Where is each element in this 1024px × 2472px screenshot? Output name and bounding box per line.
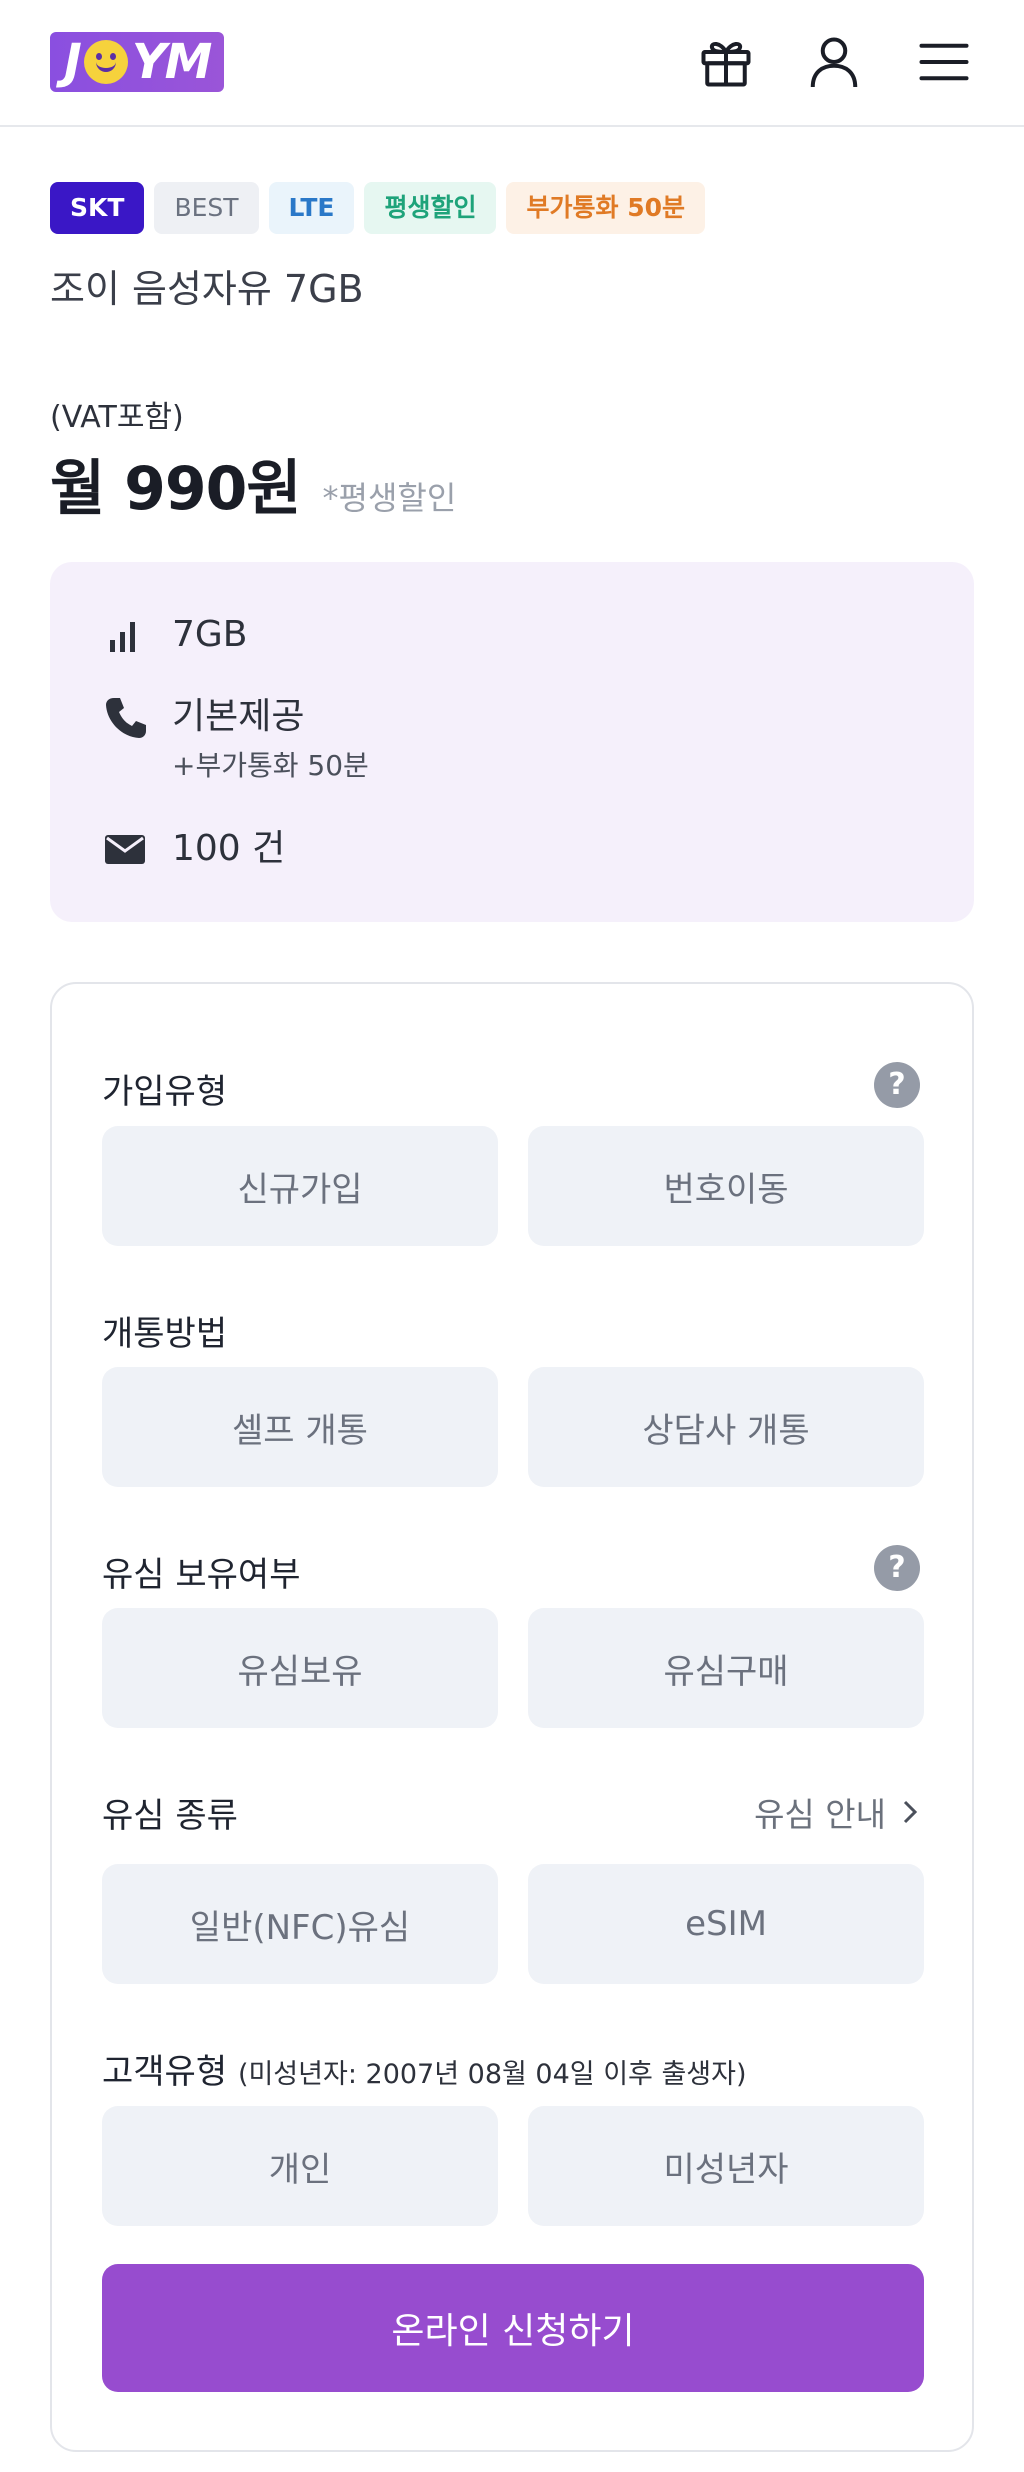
- menu-icon[interactable]: [912, 30, 976, 94]
- option-have-sim[interactable]: 유심보유: [102, 1608, 498, 1728]
- logo-letter-j: J: [64, 34, 82, 90]
- logo-badge: J YM: [50, 32, 225, 92]
- signal-bars-icon: [110, 622, 135, 652]
- sim-own-help-icon[interactable]: ?: [874, 1545, 920, 1591]
- plan-spec-box: 7GB 기본제공 +부가통화 50분 100 건: [50, 562, 974, 922]
- tag-carrier: SKT: [50, 182, 145, 234]
- spec-call-value: 기본제공: [172, 696, 305, 737]
- option-buy-sim[interactable]: 유심구매: [528, 1608, 924, 1728]
- mail-icon: [105, 835, 145, 864]
- option-new-signup[interactable]: 신규가입: [102, 1126, 498, 1246]
- option-esim[interactable]: eSIM: [528, 1864, 924, 1984]
- spec-call-extra: +부가통화 50분: [172, 749, 369, 782]
- minor-age-note: (미성년자: 2007년 08월 04일 이후 출생자): [237, 2059, 747, 2090]
- tag-lifetime-discount: 평생할인: [364, 182, 497, 234]
- tag-network: LTE: [268, 182, 355, 234]
- spec-sms: 100 건: [100, 824, 285, 874]
- activation-label: 개통방법: [102, 1314, 228, 1354]
- joym-logo[interactable]: J YM: [50, 32, 225, 92]
- signup-form-card: 가입유형 ? 신규가입 번호이동 개통방법 셀프 개통 상담사 개통 유심 보유…: [50, 982, 974, 2452]
- chevron-right-icon: [903, 1800, 918, 1824]
- sim-guide-label: 유심 안내: [754, 1795, 886, 1834]
- smiley-icon: [83, 40, 128, 84]
- logo-letters-ym: YM: [131, 34, 213, 90]
- sim-type-label: 유심 종류: [102, 1796, 238, 1836]
- price-row: 월 990원 *평생할인: [50, 440, 456, 527]
- plan-tags: SKT BEST LTE 평생할인 부가통화 50분: [50, 182, 705, 234]
- monthly-price: 월 990원: [50, 454, 302, 524]
- tag-extra-call: 부가통화 50분: [506, 182, 705, 234]
- tag-best: BEST: [154, 182, 259, 234]
- phone-icon: [106, 698, 146, 738]
- apply-online-button[interactable]: 온라인 신청하기: [102, 2264, 924, 2392]
- user-icon[interactable]: [802, 30, 866, 94]
- customer-type-label: 고객유형 (미성년자: 2007년 08월 04일 이후 출생자): [102, 2044, 747, 2093]
- vat-label: (VAT포함): [50, 400, 184, 435]
- option-number-port[interactable]: 번호이동: [528, 1126, 924, 1246]
- plan-title: 조이 음성자유 7GB: [50, 267, 364, 311]
- gift-icon[interactable]: [694, 30, 758, 94]
- option-minor[interactable]: 미성년자: [528, 2106, 924, 2226]
- customer-type-title: 고객유형: [102, 2052, 228, 2092]
- sim-guide-link[interactable]: 유심 안내: [754, 1788, 920, 1836]
- price-note: *평생할인: [322, 479, 457, 517]
- option-self-activation[interactable]: 셀프 개통: [102, 1367, 498, 1487]
- top-header: J YM: [0, 0, 1024, 127]
- option-agent-activation[interactable]: 상담사 개통: [528, 1367, 924, 1487]
- spec-sms-value: 100 건: [172, 828, 286, 869]
- join-type-help-icon[interactable]: ?: [874, 1062, 920, 1108]
- spec-call: 기본제공 +부가통화 50분: [100, 692, 369, 784]
- option-nfc-sim[interactable]: 일반(NFC)유심: [102, 1864, 498, 1984]
- option-individual[interactable]: 개인: [102, 2106, 498, 2226]
- join-type-label: 가입유형: [102, 1072, 228, 1112]
- spec-data: 7GB: [100, 610, 248, 660]
- sim-own-label: 유심 보유여부: [102, 1555, 301, 1595]
- spec-data-value: 7GB: [172, 614, 248, 655]
